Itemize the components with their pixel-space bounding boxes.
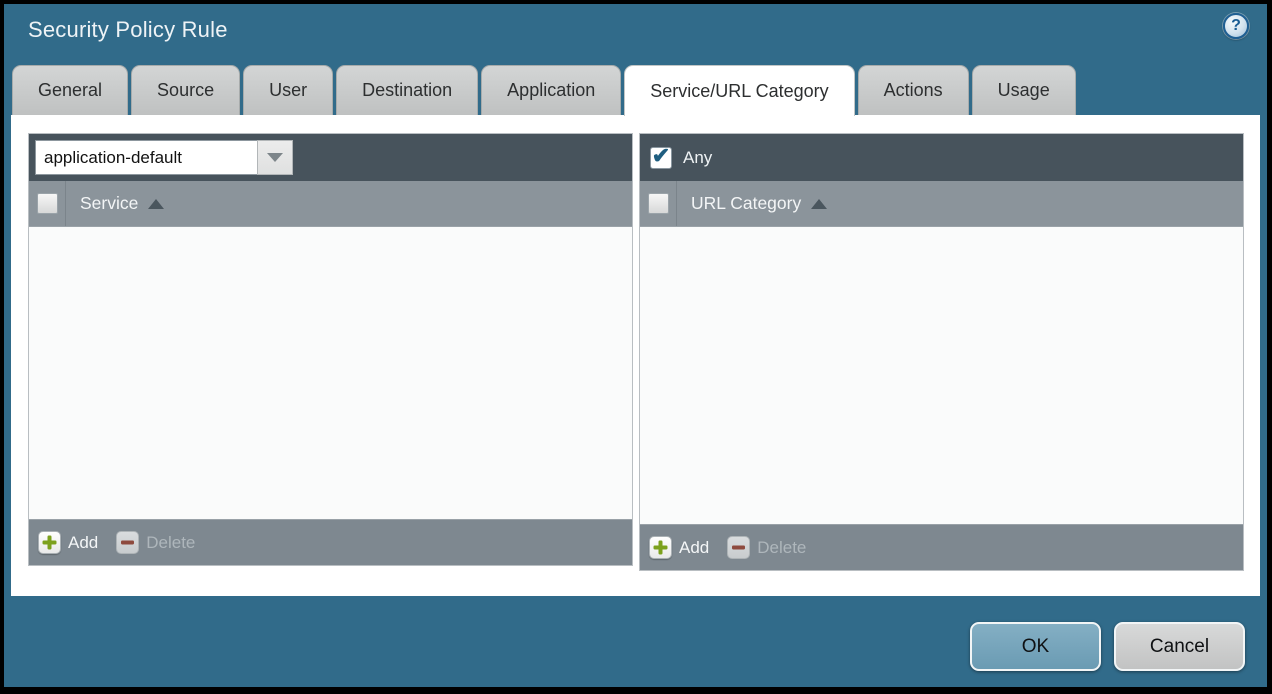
- url-category-delete-label: Delete: [757, 538, 806, 558]
- help-icon[interactable]: ?: [1223, 13, 1249, 39]
- any-checkbox[interactable]: ✔: [650, 147, 672, 169]
- plus-icon: [649, 536, 672, 559]
- service-table-body[interactable]: [29, 227, 632, 519]
- url-category-add-label: Add: [679, 538, 709, 558]
- cancel-button[interactable]: Cancel: [1114, 622, 1245, 671]
- service-panel-topbar: [29, 134, 632, 181]
- checkmark-icon: ✔: [652, 145, 670, 167]
- tab-service-url-category[interactable]: Service/URL Category: [624, 65, 854, 116]
- tab-source[interactable]: Source: [131, 65, 240, 115]
- tab-general[interactable]: General: [12, 65, 128, 115]
- service-column-label[interactable]: Service: [80, 193, 138, 214]
- tab-actions[interactable]: Actions: [858, 65, 969, 115]
- url-category-column-header: URL Category: [640, 181, 1243, 227]
- service-column-header: Service: [29, 181, 632, 227]
- service-panel: Service Add: [28, 133, 633, 566]
- url-category-table-body[interactable]: [640, 227, 1243, 524]
- dialog-title: Security Policy Rule: [28, 17, 228, 43]
- ok-button[interactable]: OK: [970, 622, 1101, 671]
- service-select-all-cell: [29, 181, 66, 226]
- url-category-column-label[interactable]: URL Category: [691, 193, 801, 214]
- any-checkbox-row: ✔ Any: [646, 147, 712, 169]
- service-add-button[interactable]: Add: [38, 531, 98, 554]
- service-panel-footer: Add Delete: [29, 519, 632, 565]
- tab-user[interactable]: User: [243, 65, 333, 115]
- tab-application[interactable]: Application: [481, 65, 621, 115]
- tab-bar: General Source User Destination Applicat…: [4, 65, 1267, 115]
- sort-ascending-icon[interactable]: [811, 199, 827, 209]
- any-checkbox-label: Any: [683, 148, 712, 168]
- chevron-down-icon: [267, 153, 283, 162]
- service-select-all-checkbox[interactable]: [37, 193, 58, 214]
- sort-ascending-icon[interactable]: [148, 199, 164, 209]
- service-type-dropdown-button[interactable]: [257, 140, 293, 175]
- plus-icon: [38, 531, 61, 554]
- service-delete-label: Delete: [146, 533, 195, 553]
- url-category-panel: ✔ Any URL Category: [639, 133, 1244, 571]
- url-category-select-all-cell: [640, 181, 677, 226]
- url-category-panel-topbar: ✔ Any: [640, 134, 1243, 181]
- titlebar: Security Policy Rule ?: [4, 4, 1267, 65]
- service-add-label: Add: [68, 533, 98, 553]
- security-policy-rule-dialog: Security Policy Rule ? General Source Us…: [4, 4, 1267, 687]
- url-category-add-button[interactable]: Add: [649, 536, 709, 559]
- service-delete-button[interactable]: Delete: [116, 531, 195, 554]
- tab-usage[interactable]: Usage: [972, 65, 1076, 115]
- tab-destination[interactable]: Destination: [336, 65, 478, 115]
- minus-icon: [116, 531, 139, 554]
- url-category-delete-button[interactable]: Delete: [727, 536, 806, 559]
- minus-icon: [727, 536, 750, 559]
- tab-content-service-url-category: Service Add: [11, 115, 1260, 596]
- url-category-select-all-checkbox[interactable]: [648, 193, 669, 214]
- dialog-action-row: OK Cancel: [4, 622, 1245, 671]
- service-type-input[interactable]: [35, 140, 257, 175]
- url-category-panel-footer: Add Delete: [640, 524, 1243, 570]
- service-type-dropdown: [35, 140, 293, 175]
